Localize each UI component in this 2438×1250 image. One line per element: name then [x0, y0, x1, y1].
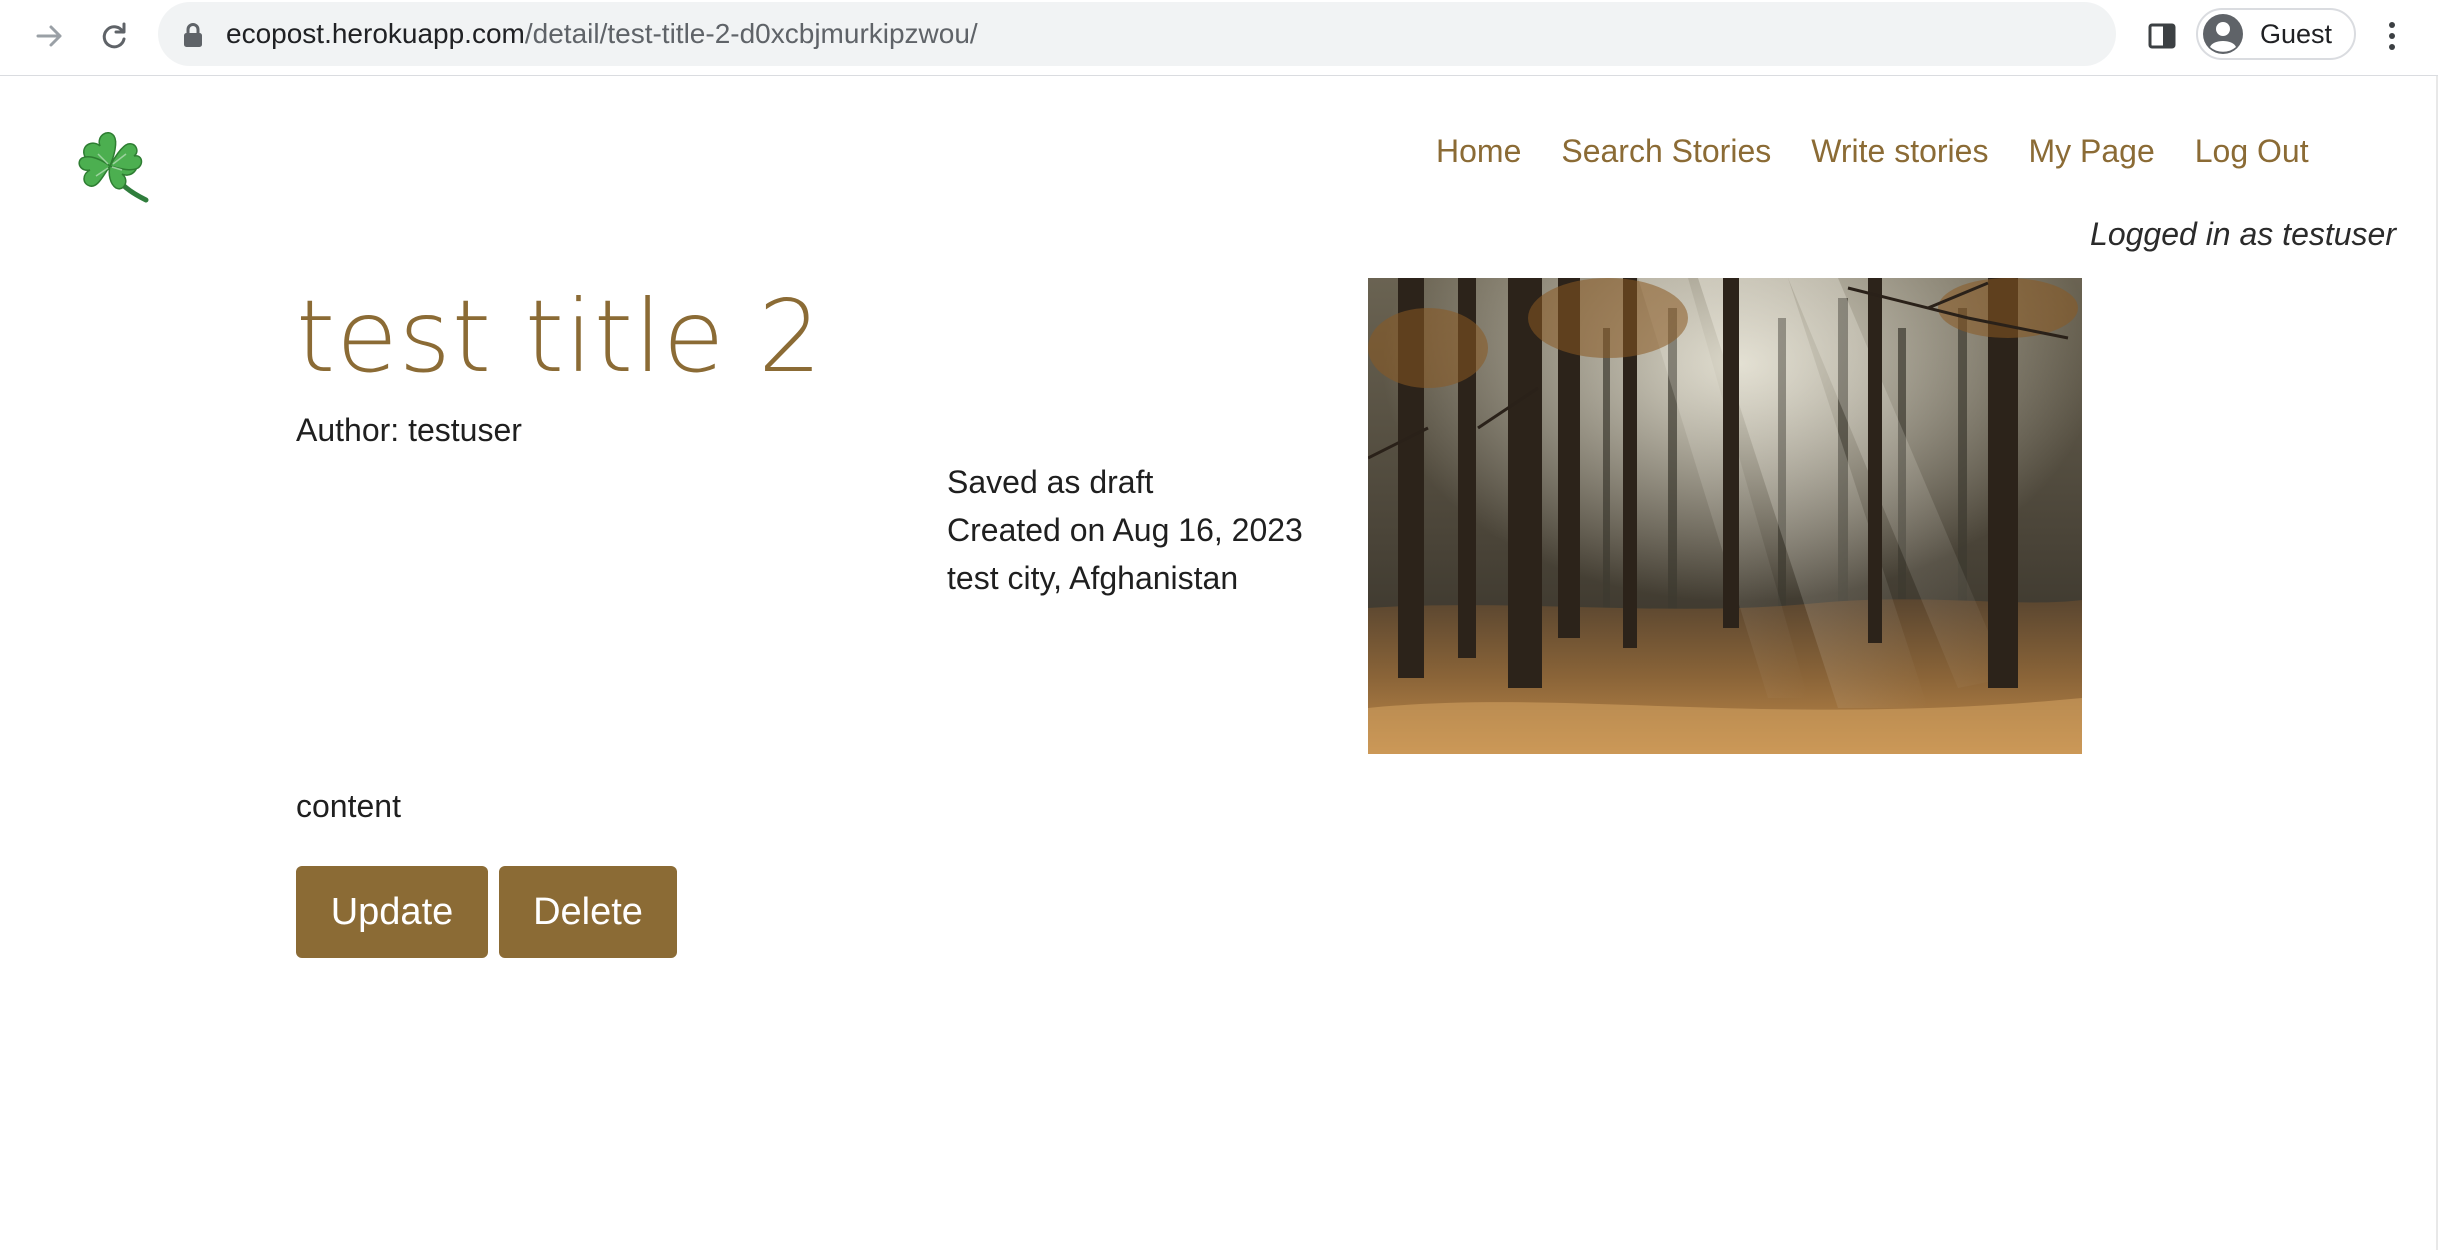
four-leaf-clover-icon: [78, 132, 149, 203]
nav-search-stories[interactable]: Search Stories: [1561, 126, 1771, 176]
site-logo[interactable]: [70, 124, 154, 208]
url-text[interactable]: ecopost.herokuapp.com/detail/test-title-…: [226, 2, 978, 66]
login-status: Logged in as testuser: [2090, 216, 2396, 252]
story-status: Saved as draft: [947, 464, 1154, 500]
side-panel-button[interactable]: [2136, 10, 2188, 62]
nav-write-stories[interactable]: Write stories: [1811, 126, 1988, 176]
reload-button[interactable]: [88, 10, 140, 62]
profile-label: Guest: [2260, 18, 2333, 49]
url-path: /detail/test-title-2-d0xcbjmurkipzwou/: [524, 18, 978, 49]
kebab-menu-icon: [2389, 22, 2395, 50]
main-nav: Home Search Stories Write stories My Pag…: [1412, 126, 2309, 176]
browser-menu-button[interactable]: [2372, 10, 2412, 62]
story-meta: Saved as draft Created on Aug 16, 2023 t…: [947, 458, 1303, 602]
nav-my-page[interactable]: My Page: [2028, 126, 2154, 176]
update-button[interactable]: Update: [296, 866, 488, 958]
side-panel-icon: [2148, 23, 2176, 49]
story-author: Author: testuser: [296, 412, 522, 448]
forest-sunbeams-photo: [1368, 278, 2082, 754]
story-created-date: Created on Aug 16, 2023: [947, 512, 1303, 548]
reload-icon: [102, 22, 126, 49]
profile-button[interactable]: Guest: [2196, 8, 2356, 60]
story-image: [1368, 278, 2082, 754]
forward-button[interactable]: [24, 10, 76, 62]
address-bar[interactable]: ecopost.herokuapp.com/detail/test-title-…: [158, 2, 2116, 66]
nav-home[interactable]: Home: [1436, 126, 1521, 176]
story-location: test city, Afghanistan: [947, 560, 1239, 596]
arrow-forward-icon: [36, 25, 62, 47]
story-content: content: [296, 788, 401, 824]
avatar-icon: [2203, 14, 2243, 54]
lock-icon[interactable]: [182, 22, 204, 48]
nav-log-out[interactable]: Log Out: [2195, 126, 2309, 176]
story-title: test title 2: [296, 278, 823, 395]
browser-toolbar: ecopost.herokuapp.com/detail/test-title-…: [0, 0, 2438, 76]
delete-button[interactable]: Delete: [499, 866, 677, 958]
url-host: ecopost.herokuapp.com: [226, 18, 525, 49]
